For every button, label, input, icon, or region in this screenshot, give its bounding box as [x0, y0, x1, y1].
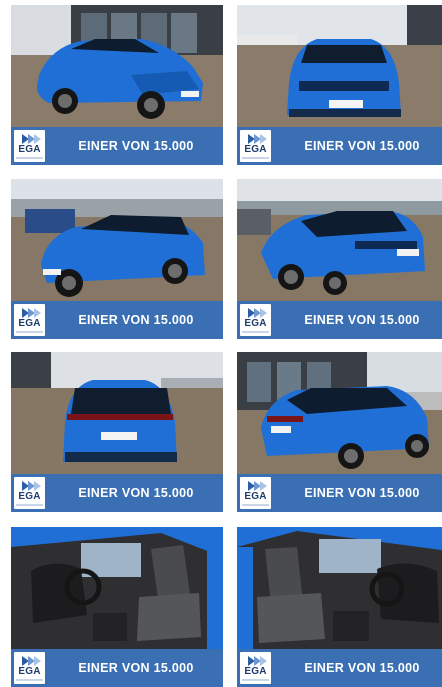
- logo-underline: [16, 331, 43, 333]
- logo-underline: [242, 679, 269, 681]
- gallery-tile-7[interactable]: EGA EINER VON 15.000: [11, 527, 223, 687]
- logo-text: EGA: [244, 491, 267, 502]
- promo-tagline: EINER VON 15.000: [78, 486, 194, 500]
- promo-tagline: EINER VON 15.000: [304, 313, 420, 327]
- logo-underline: [16, 157, 43, 159]
- gallery-tile-1[interactable]: EGA EINER VON 15.000: [11, 5, 223, 165]
- ega-logo: EGA: [240, 130, 271, 162]
- promo-tagline: EINER VON 15.000: [78, 139, 194, 153]
- interior-photo: [237, 527, 442, 649]
- promo-banner: EGA EINER VON 15.000: [237, 301, 442, 339]
- logo-underline: [242, 157, 269, 159]
- gallery-tile-6[interactable]: EGA EINER VON 15.000: [237, 352, 442, 512]
- ega-logo: EGA: [240, 304, 271, 336]
- promo-tagline: EINER VON 15.000: [78, 661, 194, 675]
- gallery-tile-8[interactable]: EGA EINER VON 15.000: [237, 527, 442, 687]
- logo-underline: [16, 504, 43, 506]
- car-photo: [11, 352, 223, 474]
- promo-tagline: EINER VON 15.000: [304, 486, 420, 500]
- car-photo: [11, 179, 223, 301]
- logo-text: EGA: [18, 144, 41, 155]
- promo-banner: EGA EINER VON 15.000: [237, 649, 442, 687]
- logo-chevron-icon: [260, 134, 267, 144]
- promo-banner: EGA EINER VON 15.000: [11, 649, 223, 687]
- logo-text: EGA: [244, 666, 267, 677]
- ega-logo: EGA: [14, 304, 45, 336]
- logo-text: EGA: [18, 491, 41, 502]
- logo-text: EGA: [18, 318, 41, 329]
- car-photo: [11, 5, 223, 127]
- ega-logo: EGA: [14, 477, 45, 509]
- gallery-tile-5[interactable]: EGA EINER VON 15.000: [11, 352, 223, 512]
- car-photo: [237, 5, 442, 127]
- ega-logo: EGA: [14, 130, 45, 162]
- logo-chevron-icon: [260, 481, 267, 491]
- logo-underline: [16, 679, 43, 681]
- logo-chevron-icon: [34, 481, 41, 491]
- logo-underline: [242, 504, 269, 506]
- logo-chevron-icon: [34, 656, 41, 666]
- ega-logo: EGA: [14, 652, 45, 684]
- gallery-tile-3[interactable]: EGA EINER VON 15.000: [11, 179, 223, 339]
- gallery-tile-2[interactable]: EGA EINER VON 15.000: [237, 5, 442, 165]
- ega-logo: EGA: [240, 477, 271, 509]
- image-gallery: EGA EINER VON 15.000 EGA EINER VON 15.00…: [0, 0, 442, 687]
- promo-banner: EGA EINER VON 15.000: [11, 474, 223, 512]
- logo-underline: [242, 331, 269, 333]
- promo-tagline: EINER VON 15.000: [78, 313, 194, 327]
- car-photo: [237, 352, 442, 474]
- promo-banner: EGA EINER VON 15.000: [11, 301, 223, 339]
- logo-text: EGA: [244, 318, 267, 329]
- promo-banner: EGA EINER VON 15.000: [11, 127, 223, 165]
- promo-banner: EGA EINER VON 15.000: [237, 127, 442, 165]
- logo-chevron-icon: [34, 134, 41, 144]
- promo-tagline: EINER VON 15.000: [304, 661, 420, 675]
- logo-chevron-icon: [34, 308, 41, 318]
- ega-logo: EGA: [240, 652, 271, 684]
- logo-text: EGA: [18, 666, 41, 677]
- gallery-tile-4[interactable]: EGA EINER VON 15.000: [237, 179, 442, 339]
- promo-tagline: EINER VON 15.000: [304, 139, 420, 153]
- logo-chevron-icon: [260, 308, 267, 318]
- logo-chevron-icon: [260, 656, 267, 666]
- interior-photo: [11, 527, 223, 649]
- car-photo: [237, 179, 442, 301]
- logo-text: EGA: [244, 144, 267, 155]
- promo-banner: EGA EINER VON 15.000: [237, 474, 442, 512]
